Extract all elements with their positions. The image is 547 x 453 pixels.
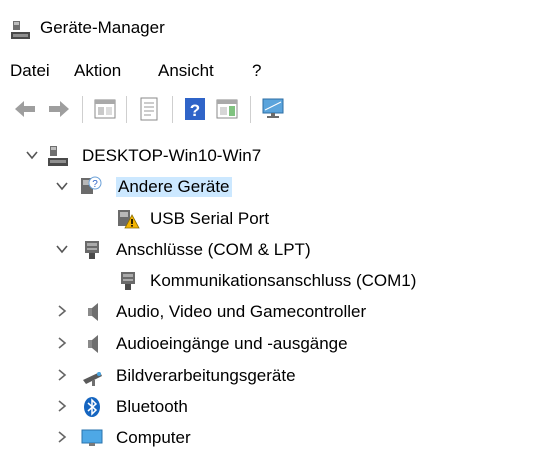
forward-arrow-icon[interactable] xyxy=(46,96,72,122)
tree-node-imaging[interactable]: Bildverarbeitungsgeräte xyxy=(0,361,547,391)
menu-help[interactable]: ? xyxy=(252,61,261,81)
title-bar: Geräte-Manager xyxy=(0,0,547,50)
tree-root-row[interactable]: DESKTOP-Win10-Win7 xyxy=(0,141,547,171)
svg-text:?: ? xyxy=(92,179,98,190)
chevron-down-icon[interactable] xyxy=(24,147,40,163)
tree-label-imaging: Bildverarbeitungsgeräte xyxy=(116,366,296,385)
toolbar-separator xyxy=(250,96,251,123)
tree-label-computer: Computer xyxy=(116,428,191,447)
unknown-device-icon: ? xyxy=(81,176,102,194)
action-pane-icon[interactable] xyxy=(214,96,240,122)
chevron-right-icon[interactable] xyxy=(54,429,70,445)
tree-label-anschluesse: Anschlüsse (COM & LPT) xyxy=(116,240,311,259)
window-title: Geräte-Manager xyxy=(40,18,165,37)
tree-label-audio-io: Audioeingänge und -ausgänge xyxy=(116,334,348,353)
chevron-right-icon[interactable] xyxy=(54,367,70,383)
tree-label-bluetooth: Bluetooth xyxy=(116,397,188,416)
chevron-right-icon[interactable] xyxy=(54,303,70,319)
camera-icon xyxy=(83,372,102,386)
toolbar-separator xyxy=(126,96,127,123)
chevron-down-icon[interactable] xyxy=(54,241,70,257)
tree-root-label: DESKTOP-Win10-Win7 xyxy=(82,146,262,165)
tree-node-audio-video[interactable]: Audio, Video und Gamecontroller xyxy=(0,297,547,327)
tree-label-audio-video: Audio, Video und Gamecontroller xyxy=(116,302,367,321)
menu-datei[interactable]: Datei xyxy=(10,61,50,81)
toolbar: ? xyxy=(0,88,547,128)
chevron-down-icon[interactable] xyxy=(54,178,70,194)
toolbar-separator xyxy=(82,96,83,123)
chevron-right-icon[interactable] xyxy=(54,398,70,414)
menu-bar: Datei Aktion Ansicht ? xyxy=(0,50,547,86)
computer-icon xyxy=(81,429,103,446)
port-icon xyxy=(85,241,99,259)
properties-pane-icon[interactable] xyxy=(92,96,118,122)
tree-node-usb-serial-port[interactable]: USB Serial Port xyxy=(0,204,547,234)
toolbar-separator xyxy=(172,96,173,123)
port-icon xyxy=(121,272,135,290)
chevron-right-icon[interactable] xyxy=(54,335,70,351)
menu-ansicht[interactable]: Ansicht xyxy=(158,61,214,81)
tree-node-andere-geraete[interactable]: ? Andere Geräte xyxy=(0,172,547,202)
details-icon[interactable] xyxy=(136,96,162,122)
tree-node-bluetooth[interactable]: Bluetooth xyxy=(0,392,547,422)
menu-aktion[interactable]: Aktion xyxy=(74,61,121,81)
speaker-icon xyxy=(88,335,98,353)
speaker-icon xyxy=(88,303,98,321)
bluetooth-icon xyxy=(84,397,100,417)
svg-text:?: ? xyxy=(190,101,200,120)
computer-tree-icon xyxy=(48,146,68,166)
tree-label-com1: Kommunikationsanschluss (COM1) xyxy=(150,271,417,290)
warning-device-icon xyxy=(118,210,140,229)
tree-node-com1[interactable]: Kommunikationsanschluss (COM1) xyxy=(0,266,547,296)
tree-label-andere-geraete: Andere Geräte xyxy=(116,177,232,197)
tree-node-anschluesse[interactable]: Anschlüsse (COM & LPT) xyxy=(0,235,547,265)
tree-label-usb-serial-port: USB Serial Port xyxy=(150,209,270,228)
monitor-scan-icon[interactable] xyxy=(260,96,286,122)
tree-node-computer[interactable]: Computer xyxy=(0,423,547,453)
help-icon[interactable]: ? xyxy=(182,96,208,122)
device-manager-icon xyxy=(11,21,30,39)
tree-node-audio-io[interactable]: Audioeingänge und -ausgänge xyxy=(0,329,547,359)
back-arrow-icon[interactable] xyxy=(12,96,38,122)
